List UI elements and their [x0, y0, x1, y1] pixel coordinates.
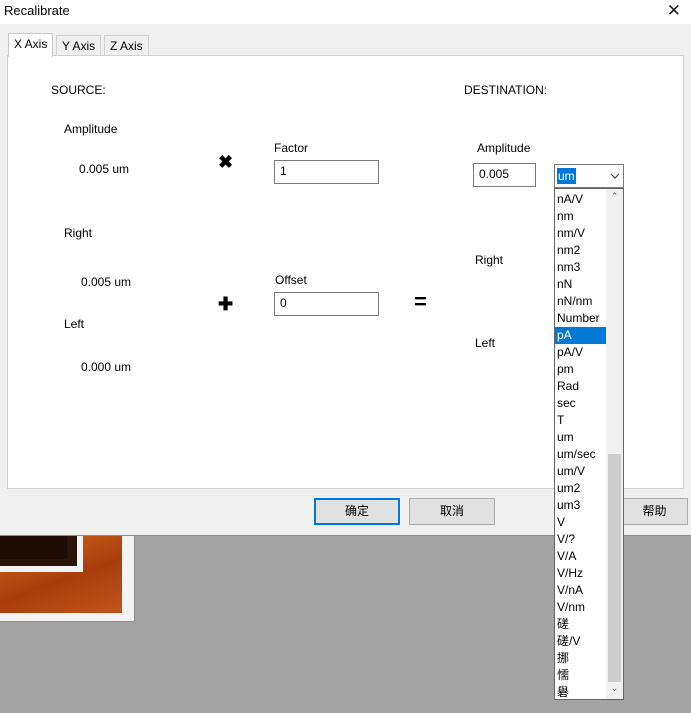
ok-button[interactable]: 确定 — [314, 498, 400, 525]
unit-option[interactable]: V/nA — [555, 582, 606, 599]
offset-input[interactable]: 0 — [274, 292, 379, 316]
title-bar: Recalibrate ✕ — [0, 0, 691, 24]
unit-option[interactable]: nm3 — [555, 259, 606, 276]
destination-amplitude-input[interactable]: 0.005 — [473, 163, 536, 187]
unit-option[interactable]: Rad — [555, 378, 606, 395]
unit-option[interactable]: V/? — [555, 531, 606, 548]
unit-select-value: um — [557, 168, 576, 184]
source-heading: SOURCE: — [51, 83, 106, 97]
source-left-value: 0.000 um — [81, 360, 132, 374]
factor-label: Factor — [274, 141, 309, 155]
unit-option[interactable]: 磋/V — [555, 633, 606, 650]
unit-option[interactable]: sec — [555, 395, 606, 412]
unit-option[interactable]: nm/V — [555, 225, 606, 242]
unit-option[interactable]: nN — [555, 276, 606, 293]
unit-option[interactable]: V/A — [555, 548, 606, 565]
unit-option[interactable]: V/nm — [555, 599, 606, 616]
unit-option[interactable]: pm — [555, 361, 606, 378]
cancel-button[interactable]: 取消 — [409, 498, 495, 525]
unit-option[interactable]: 磋 — [555, 616, 606, 633]
unit-option[interactable]: pA/V — [555, 344, 606, 361]
unit-option[interactable]: nm2 — [555, 242, 606, 259]
close-icon[interactable]: ✕ — [667, 0, 681, 22]
unit-option[interactable]: um/sec — [555, 446, 606, 463]
unit-option[interactable]: um — [555, 429, 606, 446]
destination-amplitude-label: Amplitude — [477, 141, 531, 155]
destination-left-label: Left — [475, 336, 496, 350]
source-right-value: 0.005 um — [81, 275, 132, 289]
tab-z-axis[interactable]: Z Axis — [104, 35, 149, 56]
unit-option[interactable]: pA — [555, 327, 606, 344]
multiply-icon: ✖ — [218, 152, 234, 172]
factor-input[interactable]: 1 — [274, 160, 379, 184]
unit-select[interactable]: um — [554, 164, 624, 188]
unit-option[interactable]: nA/V — [555, 191, 606, 208]
unit-option[interactable]: um/V — [555, 463, 606, 480]
scrollbar-thumb[interactable] — [608, 454, 621, 682]
equals-icon: = — [414, 289, 427, 314]
destination-heading: DESTINATION: — [464, 83, 548, 97]
unit-option[interactable]: nm — [555, 208, 606, 225]
unit-option[interactable]: nN/nm — [555, 293, 606, 310]
source-left-label: Left — [64, 317, 85, 331]
source-right-label: Right — [64, 226, 93, 240]
unit-option[interactable]: 挪 — [555, 650, 606, 667]
source-amplitude-label: Amplitude — [64, 122, 118, 136]
unit-option[interactable]: 礜 — [555, 684, 606, 701]
unit-option[interactable]: V/Hz — [555, 565, 606, 582]
scroll-up-icon[interactable]: ⌃ — [606, 191, 623, 205]
unit-option[interactable]: Number — [555, 310, 606, 327]
unit-option[interactable]: um3 — [555, 497, 606, 514]
unit-option[interactable]: T — [555, 412, 606, 429]
tab-x-axis[interactable]: X Axis — [8, 33, 54, 57]
source-amplitude-value: 0.005 um — [79, 162, 130, 176]
destination-right-label: Right — [475, 253, 504, 267]
dropdown-scrollbar[interactable]: ⌃ ⌄ — [606, 189, 623, 699]
offset-label: Offset — [275, 273, 307, 287]
unit-option[interactable]: 懦 — [555, 667, 606, 684]
unit-option[interactable]: um2 — [555, 480, 606, 497]
unit-options: nA/V nm nm/V nm2 nm3 nN nN/nm Number pA pA/V pm Rad… — [555, 191, 606, 701]
window-title: Recalibrate — [4, 3, 70, 18]
scroll-down-icon[interactable]: ⌄ — [606, 683, 623, 697]
unit-option[interactable]: V — [555, 514, 606, 531]
chevron-down-icon[interactable] — [606, 165, 623, 187]
unit-dropdown-list[interactable]: nA/V nm nm/V nm2 nm3 nN nN/nm Number pA pA/V pm Rad… — [554, 188, 624, 700]
plus-icon: ✚ — [218, 294, 234, 314]
tab-y-axis[interactable]: Y Axis — [56, 35, 102, 56]
